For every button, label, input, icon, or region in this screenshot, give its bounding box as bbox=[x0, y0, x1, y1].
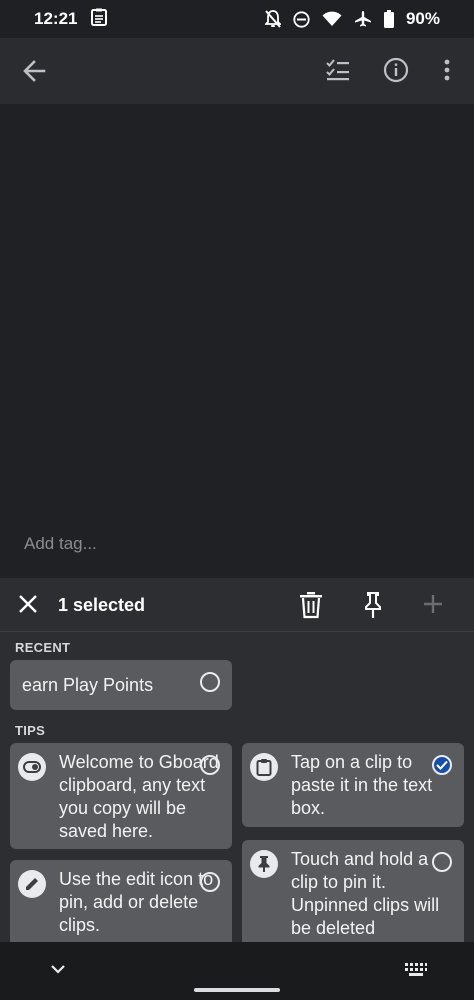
check-icon bbox=[436, 760, 448, 770]
more-vert-icon[interactable] bbox=[436, 56, 458, 89]
navigation-bar bbox=[0, 942, 474, 1000]
chevron-down-icon[interactable] bbox=[48, 962, 68, 981]
app-bar bbox=[0, 38, 474, 104]
note-body[interactable]: Add tag... bbox=[0, 104, 474, 578]
clipboard-icon bbox=[250, 753, 278, 781]
battery-icon bbox=[383, 10, 394, 28]
tip-clip-pin[interactable]: Touch and hold a clip to pin it. Unpinne… bbox=[242, 840, 464, 942]
status-bar: 12:21 90% bbox=[0, 0, 474, 38]
checklist-icon[interactable] bbox=[324, 56, 352, 89]
tips-section-label: TIPS bbox=[15, 723, 46, 738]
tip-clip-edit[interactable]: Use the edit icon to pin, add or delete … bbox=[10, 860, 232, 942]
select-radio[interactable] bbox=[200, 872, 220, 892]
do-not-disturb-icon bbox=[293, 10, 310, 28]
toggle-icon bbox=[18, 753, 46, 781]
recent-clip-item[interactable]: earn Play Points bbox=[10, 660, 232, 710]
clip-text: Touch and hold a clip to pin it. Unpinne… bbox=[291, 849, 440, 938]
clipboard-panel: 1 selected RECENT earn Play Points TIPS … bbox=[0, 578, 474, 942]
info-icon[interactable] bbox=[382, 56, 410, 89]
selection-toolbar: 1 selected bbox=[0, 578, 474, 632]
select-radio-checked[interactable] bbox=[432, 755, 452, 775]
keyboard-icon[interactable] bbox=[404, 962, 428, 983]
tip-clip-paste[interactable]: Tap on a clip to paste it in the text bo… bbox=[242, 743, 464, 827]
add-icon[interactable] bbox=[420, 591, 446, 622]
home-handle[interactable] bbox=[194, 988, 280, 992]
select-radio[interactable] bbox=[432, 852, 452, 872]
clip-text: Tap on a clip to paste it in the text bo… bbox=[291, 752, 433, 818]
add-tag-field[interactable]: Add tag... bbox=[24, 534, 97, 554]
tip-clip-welcome[interactable]: Welcome to Gboard clipboard, any text yo… bbox=[10, 743, 232, 849]
pin-icon[interactable] bbox=[360, 591, 386, 624]
notifications-off-icon bbox=[264, 10, 281, 28]
clip-text: earn Play Points bbox=[22, 675, 154, 695]
delete-icon[interactable] bbox=[298, 591, 324, 624]
notepad-icon bbox=[91, 8, 108, 31]
select-radio[interactable] bbox=[200, 672, 220, 692]
select-radio[interactable] bbox=[200, 755, 220, 775]
pin-icon bbox=[250, 850, 278, 878]
recent-section-label: RECENT bbox=[15, 640, 71, 655]
back-arrow-icon[interactable] bbox=[20, 56, 50, 86]
selected-count: 1 selected bbox=[58, 595, 146, 615]
airplane-icon bbox=[354, 10, 372, 28]
wifi-icon bbox=[322, 11, 342, 27]
close-icon[interactable] bbox=[16, 592, 40, 621]
battery-percent: 90% bbox=[405, 9, 440, 28]
status-time: 12:21 bbox=[34, 9, 78, 28]
edit-pencil-icon bbox=[18, 870, 46, 898]
